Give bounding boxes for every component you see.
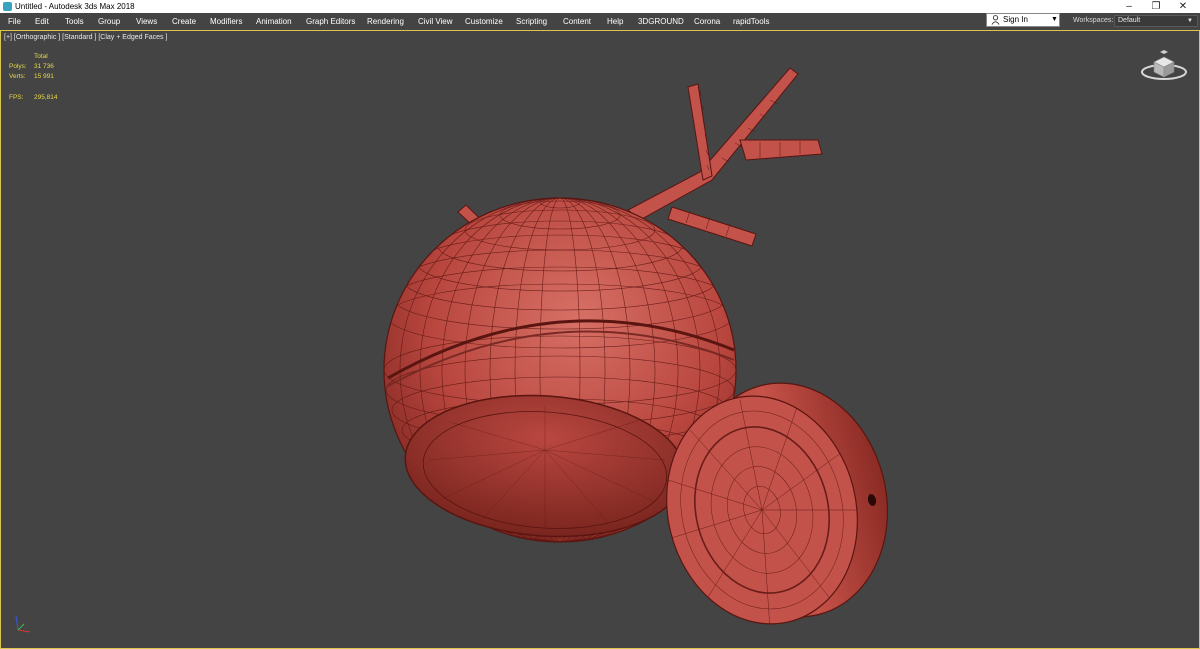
3ds-max-icon [3,2,12,11]
chevron-down-icon: ▼ [1187,18,1193,24]
menu-rapidtools[interactable]: rapidTools [733,13,769,30]
workspaces-value: Default [1118,17,1141,24]
menu-group[interactable]: Group [98,13,120,30]
menu-help[interactable]: Help [607,13,623,30]
menu-animation[interactable]: Animation [256,13,292,30]
menu-modifiers[interactable]: Modifiers [210,13,242,30]
menu-content[interactable]: Content [563,13,591,30]
stats-total-header: Total [34,53,48,60]
stats-verts-value: 15 991 [34,73,54,80]
close-icon[interactable]: ✕ [1171,0,1195,13]
sign-in-dropdown[interactable]: Sign In ▼ [986,13,1060,27]
branch-right [627,67,823,247]
menu-tools[interactable]: Tools [65,13,84,30]
restore-icon[interactable]: ❐ [1144,0,1168,13]
menu-corona[interactable]: Corona [694,13,720,30]
menu-graph-editors[interactable]: Graph Editors [306,13,355,30]
stats-verts-label: Verts: [9,73,26,80]
workspaces-select[interactable]: Default ▼ [1114,15,1198,27]
menu-create[interactable]: Create [172,13,196,30]
menu-rendering[interactable]: Rendering [367,13,404,30]
viewport-scene[interactable] [0,30,1200,649]
axis-tripod-icon [15,615,31,633]
menu-edit[interactable]: Edit [35,13,49,30]
viewcube-icon[interactable] [1140,48,1188,82]
title-bar: Untitled - Autodesk 3ds Max 2018 – ❐ ✕ [0,0,1200,13]
menu-scripting[interactable]: Scripting [516,13,547,30]
menu-civil-view[interactable]: Civil View [418,13,453,30]
stats-polys-label: Polys: [9,63,27,70]
menu-customize[interactable]: Customize [465,13,503,30]
minimize-icon[interactable]: – [1117,0,1141,13]
menu-3dground[interactable]: 3DGROUND [638,13,684,30]
user-icon [991,15,1000,25]
viewport-label[interactable]: [+] [Orthographic ] [Standard ] [Clay + … [4,34,167,41]
window-title: Untitled - Autodesk 3ds Max 2018 [15,2,135,11]
stats-fps-label: FPS: [9,94,24,101]
chevron-down-icon: ▼ [1051,16,1058,23]
sign-in-label: Sign In [1003,15,1028,24]
stats-fps-value: 295,814 [34,94,58,101]
stats-polys-value: 31 736 [34,63,54,70]
workspaces-label: Workspaces: [1073,17,1114,24]
menu-views[interactable]: Views [136,13,157,30]
menu-file[interactable]: File [8,13,21,30]
